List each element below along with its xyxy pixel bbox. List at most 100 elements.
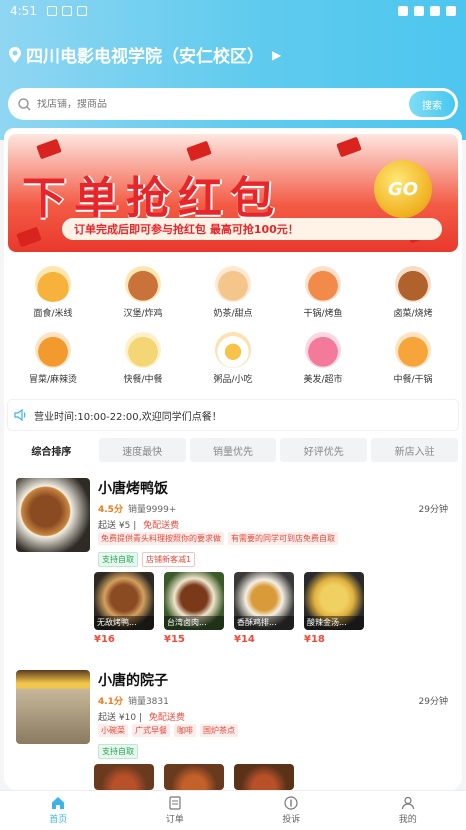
- complaint-icon: [284, 796, 298, 810]
- shop-name: 小唐烤鸭饭: [98, 481, 168, 497]
- category-item[interactable]: 美发/超市: [278, 332, 368, 385]
- location-pin-icon: [9, 46, 21, 63]
- sort-tabs: 综合排序 速度最快 销量优先 好评优先 新店入驻: [8, 438, 458, 462]
- red-envelope-icon: [336, 136, 362, 158]
- burger-icon: [125, 266, 161, 302]
- home-icon: [52, 797, 65, 809]
- speaker-icon: [14, 409, 26, 421]
- wifi-icon: [414, 6, 424, 16]
- search-icon: [18, 97, 31, 111]
- discount-tag: 店铺新客减1: [142, 552, 196, 567]
- notice-text: 营业时间:10:00-22:00,欢迎同学们点餐！: [34, 411, 222, 423]
- dish-list: [94, 764, 294, 790]
- shop-thumbnail: [16, 670, 90, 744]
- dish-item[interactable]: [164, 764, 224, 790]
- shop-tag: 免费提供青头料理按照你的要求做: [98, 532, 224, 545]
- fast-food-icon: [125, 332, 161, 368]
- order-list-icon: [169, 796, 181, 810]
- location-selector[interactable]: 四川电影电视学院（安仁校区） ▶: [8, 42, 281, 67]
- sort-tab-new[interactable]: 新店入驻: [371, 438, 458, 462]
- notification-icon: [46, 6, 57, 16]
- pickup-tag: 支持自取: [98, 744, 138, 759]
- dish-image: [164, 764, 224, 790]
- sort-tab-comprehensive[interactable]: 综合排序: [8, 438, 95, 462]
- battery-icon: [446, 6, 456, 16]
- dish-item[interactable]: 香酥鸡排... ¥14: [234, 572, 294, 645]
- shop-tag: 咖啡: [174, 724, 196, 737]
- notification-icon: [61, 6, 72, 16]
- sort-tab-sales[interactable]: 销量优先: [189, 438, 277, 462]
- dish-price: ¥16: [94, 634, 115, 645]
- red-envelope-icon: [36, 138, 62, 160]
- dish-price: ¥15: [164, 634, 185, 645]
- status-time: 4:51: [10, 4, 37, 18]
- shop-tags: 免费提供青头料理按照你的要求做 有需要的同学可到店免费自取: [98, 532, 338, 545]
- vibrate-icon: [398, 6, 408, 16]
- category-item[interactable]: 卤菜/烧烤: [368, 266, 458, 319]
- promo-tags: 支持自取 店铺新客减1: [98, 552, 196, 567]
- egg-icon: [215, 332, 251, 368]
- dish-item[interactable]: [94, 764, 154, 790]
- chevron-right-icon: ▶: [272, 47, 282, 62]
- hotpot-icon: [35, 332, 71, 368]
- milk-tea-icon: [215, 266, 251, 302]
- sort-tab-fastest[interactable]: 速度最快: [98, 438, 186, 462]
- promo-tags: 支持自取: [98, 744, 138, 759]
- dish-item[interactable]: 酸辣金汤... ¥18: [304, 572, 364, 645]
- shop-name: 小唐的院子: [98, 673, 168, 689]
- category-item[interactable]: 面食/米线: [8, 266, 98, 319]
- noodle-icon: [35, 266, 71, 302]
- status-bar: 4:51: [0, 0, 466, 22]
- search-button[interactable]: 搜索: [409, 91, 455, 117]
- shop-rating: 4.5分 销量9999+: [98, 505, 177, 515]
- sort-tab-rating[interactable]: 好评优先: [280, 438, 368, 462]
- category-item[interactable]: 干锅/烤鱼: [278, 266, 368, 319]
- shop-thumbnail: [16, 478, 90, 552]
- promo-banner[interactable]: 下单抢红包 GO 订单完成后即可参与抢红包 最高可抢100元！: [8, 134, 458, 252]
- search-input[interactable]: [37, 98, 458, 110]
- dish-price: ¥18: [304, 634, 325, 645]
- dish-item[interactable]: 台湾卤肉... ¥15: [164, 572, 224, 645]
- user-icon: [401, 796, 414, 810]
- dish-image: [234, 764, 294, 790]
- signal-icon: [430, 6, 440, 16]
- go-badge: GO: [374, 160, 432, 218]
- notification-icon: [76, 6, 87, 16]
- beauty-icon: [305, 332, 341, 368]
- shop-tag: 国炉茶点: [200, 724, 238, 737]
- tab-home[interactable]: 首页: [0, 791, 117, 830]
- dish-item[interactable]: 无敌烤鸭... ¥16: [94, 572, 154, 645]
- bottom-tab-bar: 首页 订单 投诉 我的: [0, 790, 466, 830]
- tab-profile[interactable]: 我的: [350, 791, 466, 830]
- dish-image: 台湾卤肉...: [164, 572, 224, 630]
- business-hours-notice: 营业时间:10:00-22:00,欢迎同学们点餐！: [8, 400, 458, 430]
- red-envelope-icon: [16, 226, 42, 248]
- bbq-icon: [395, 266, 431, 302]
- category-item[interactable]: 中餐/干锅: [368, 332, 458, 385]
- tab-orders[interactable]: 订单: [117, 791, 234, 830]
- shop-tag: 小碗菜: [98, 724, 128, 737]
- dish-image: 无敌烤鸭...: [94, 572, 154, 630]
- shop-tag: 广式早餐: [132, 724, 170, 737]
- shop-tags: 小碗菜 广式早餐 咖啡 国炉茶点: [98, 724, 238, 737]
- dish-list: 无敌烤鸭... ¥16 台湾卤肉... ¥15 香酥鸡排... ¥14 酸辣金汤…: [94, 572, 364, 645]
- shop-rating: 4.1分 销量3831: [98, 697, 169, 707]
- category-item[interactable]: 汉堡/炸鸡: [98, 266, 188, 319]
- tab-complaints[interactable]: 投诉: [233, 791, 350, 830]
- shop-tag: 有需要的同学可到店免费自取: [228, 532, 338, 545]
- banner-subtitle: 订单完成后即可参与抢红包 最高可抢100元！: [62, 218, 442, 240]
- category-item[interactable]: 快餐/中餐: [98, 332, 188, 385]
- shop-card[interactable]: 小唐的院子 4.1分 销量3831 29分钟 起送 ¥10 | 免配送费 小碗菜 …: [8, 662, 458, 790]
- pickup-tag: 支持自取: [98, 552, 138, 567]
- dish-image: 香酥鸡排...: [234, 572, 294, 630]
- dish-item[interactable]: [234, 764, 294, 790]
- delivery-time: 29分钟: [418, 697, 448, 707]
- category-item[interactable]: 冒菜/麻辣烫: [8, 332, 98, 385]
- fish-icon: [305, 266, 341, 302]
- dish-image: 酸辣金汤...: [304, 572, 364, 630]
- dry-pot-icon: [395, 332, 431, 368]
- search-bar[interactable]: 搜索: [8, 88, 458, 120]
- category-item[interactable]: 奶茶/甜点: [188, 266, 278, 319]
- category-item[interactable]: 粥品/小吃: [188, 332, 278, 385]
- shop-card[interactable]: 小唐烤鸭饭 4.5分 销量9999+ 29分钟 起送 ¥5 | 免配送费 免费提供…: [8, 470, 458, 656]
